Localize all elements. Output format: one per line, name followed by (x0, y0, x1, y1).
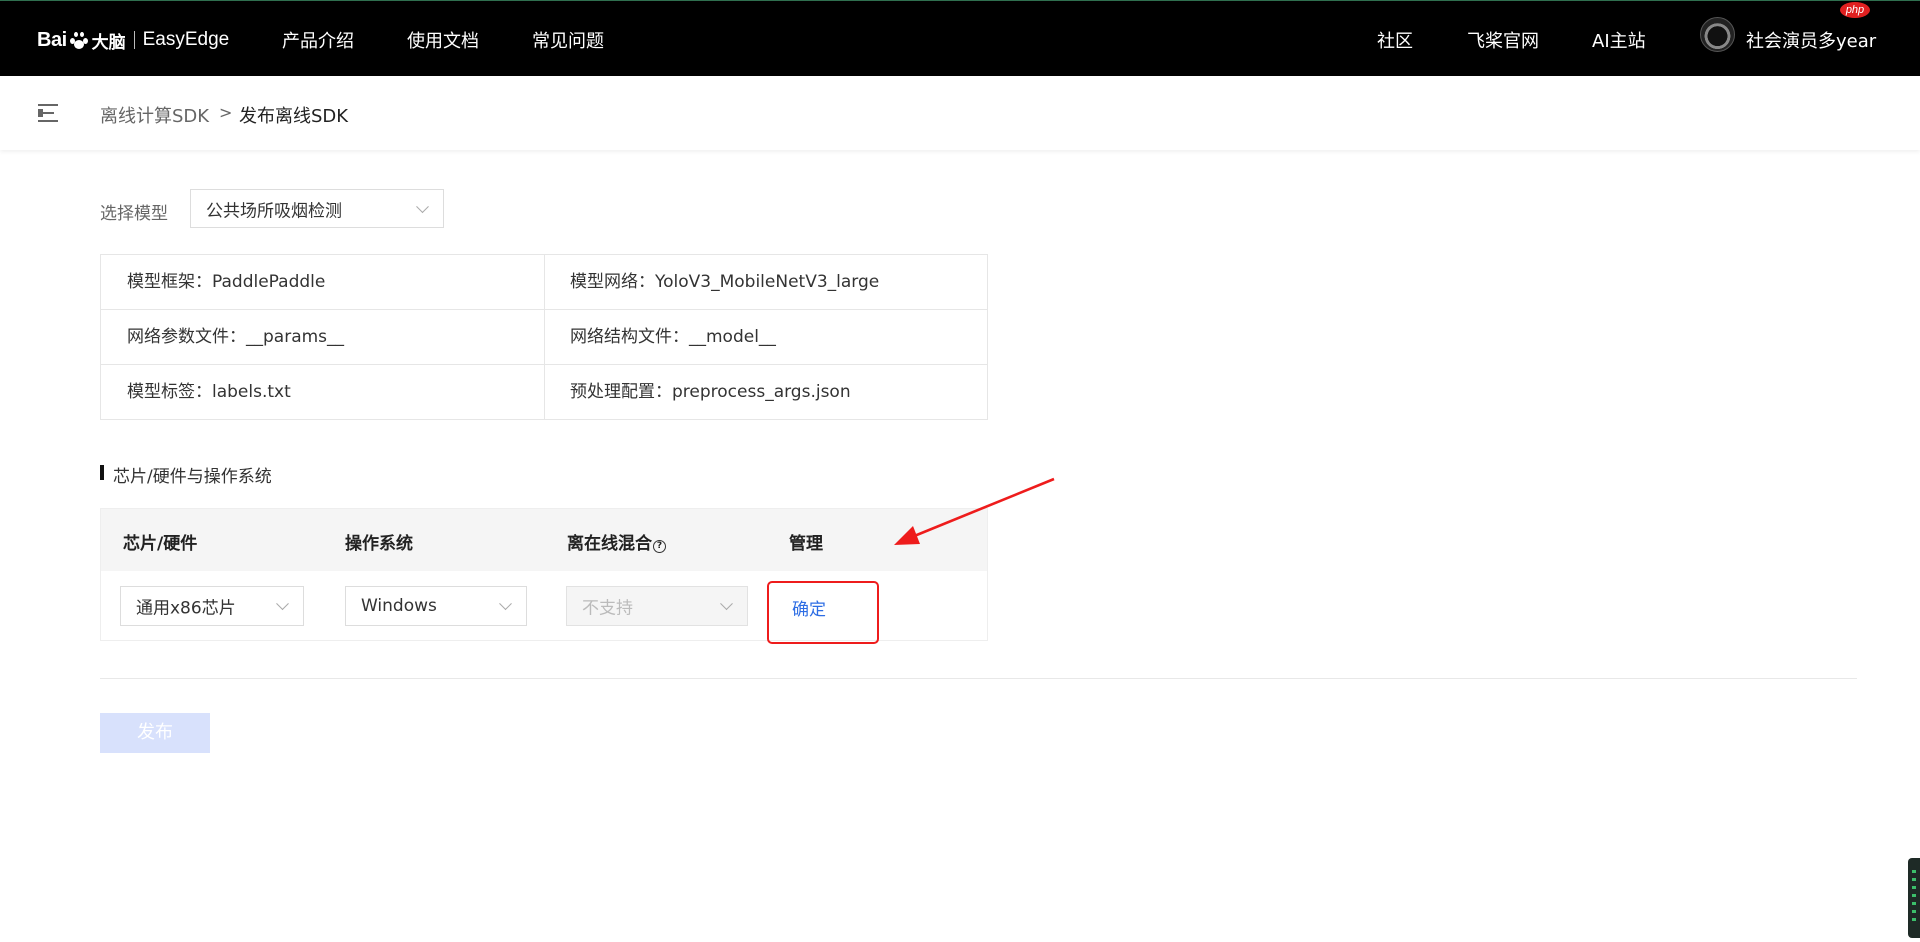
paw-icon (68, 29, 90, 51)
help-icon[interactable]: ? (653, 540, 666, 553)
chevron-down-icon (720, 597, 733, 611)
chevron-down-icon (416, 199, 429, 213)
breadcrumb-current: 发布离线SDK (239, 106, 349, 127)
model-select-value: 公共场所吸烟检测 (206, 201, 342, 221)
annotation-arrow (894, 477, 1055, 545)
header-manage: 管理 (789, 534, 823, 554)
nav-docs[interactable]: 使用文档 (407, 27, 479, 53)
logo-product-text: EasyEdge (142, 29, 230, 50)
model-select[interactable]: 公共场所吸烟检测 (190, 189, 444, 228)
menu-toggle-icon[interactable] (38, 104, 66, 122)
nav-faq[interactable]: 常见问题 (532, 27, 604, 53)
baidu-easyedge-logo[interactable]: Bai 大脑 EasyEdge (37, 25, 229, 55)
nav-community[interactable]: 社区 (1377, 27, 1413, 53)
model-framework: 模型框架：PaddlePaddle (127, 272, 326, 292)
nav-product-intro[interactable]: 产品介绍 (282, 27, 354, 53)
breadcrumb: 离线计算SDK > 发布离线SDK (0, 76, 1920, 150)
os-select-value: Windows (361, 596, 437, 616)
select-model-label: 选择模型 (100, 204, 168, 224)
nav-ai-main[interactable]: AI主站 (1592, 27, 1646, 53)
nav-paddle-site[interactable]: 飞桨官网 (1467, 27, 1539, 53)
php-badge: php (1840, 2, 1870, 18)
logo-bai-text: Bai (37, 28, 67, 51)
chevron-down-icon (499, 597, 512, 611)
os-select[interactable]: Windows (345, 586, 527, 626)
side-widget[interactable] (1908, 858, 1920, 938)
top-nav-bar: Bai 大脑 EasyEdge 产品介绍 使用文档 常见问题 社区 飞桨官网 A… (0, 0, 1920, 76)
breadcrumb-parent[interactable]: 离线计算SDK (100, 102, 209, 128)
chip-select[interactable]: 通用x86芯片 (120, 586, 304, 626)
model-network: 模型网络：YoloV3_MobileNetV3_large (570, 272, 880, 292)
logo-divider (133, 31, 135, 49)
annotation-highlight-box (767, 581, 879, 644)
model-labels: 模型标签：labels.txt (127, 382, 291, 402)
hybrid-select: 不支持 (566, 586, 748, 626)
model-structure-file: 网络结构文件：__model__ (570, 327, 776, 347)
chevron-down-icon (276, 597, 289, 611)
avatar[interactable] (1700, 17, 1735, 52)
chip-select-value: 通用x86芯片 (136, 598, 236, 619)
hybrid-select-value: 不支持 (582, 598, 633, 619)
table-header: 芯片/硬件 操作系统 离在线混合? 管理 (101, 509, 987, 571)
preprocess-config: 预处理配置：preprocess_args.json (570, 382, 851, 402)
header-hybrid: 离在线混合? (567, 529, 666, 554)
params-file: 网络参数文件：__params__ (127, 327, 345, 347)
breadcrumb-separator: > (219, 103, 233, 122)
header-os: 操作系统 (345, 534, 413, 554)
divider (100, 678, 1857, 679)
section-title: 芯片/硬件与操作系统 (113, 467, 272, 487)
section-marker (100, 465, 104, 480)
header-chip: 芯片/硬件 (123, 534, 198, 554)
model-info-table: 模型框架：PaddlePaddle 模型网络：YoloV3_MobileNetV… (100, 254, 988, 420)
user-name[interactable]: 社会演员多year (1746, 27, 1876, 53)
logo-brand-text: 大脑 (91, 32, 126, 53)
publish-button[interactable]: 发布 (100, 713, 210, 753)
